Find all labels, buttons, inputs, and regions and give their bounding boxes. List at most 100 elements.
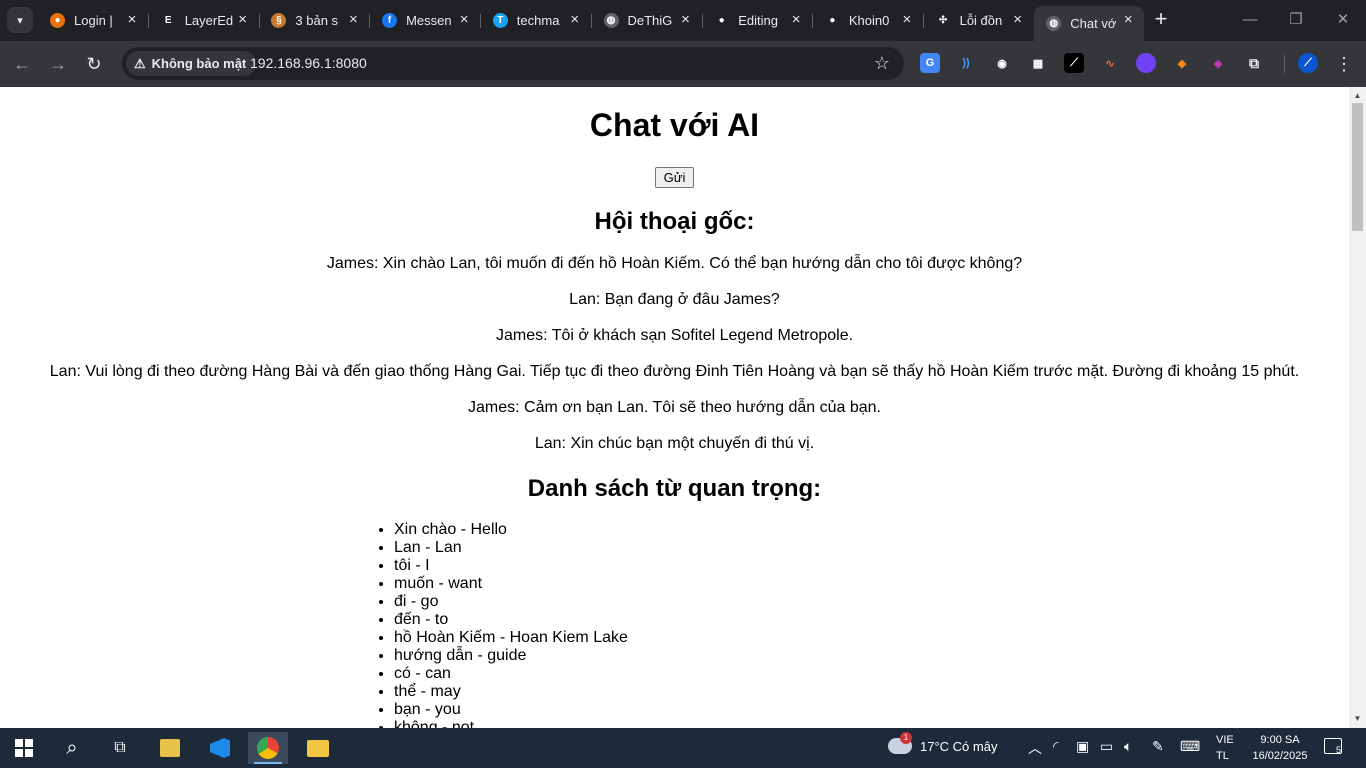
close-tab-icon[interactable]: × [124, 12, 140, 28]
weather-widget[interactable]: 1 17°C Có mây [888, 732, 998, 754]
close-tab-icon[interactable]: × [567, 12, 583, 28]
browser-tab[interactable]: ● Khoin0 × [813, 6, 924, 35]
scroll-down-arrow-icon[interactable]: ▼ [1349, 712, 1366, 726]
search-icon[interactable]: ⌕ [52, 732, 92, 764]
translate-extension-icon[interactable]: G [920, 53, 940, 73]
browser-tab[interactable]: ● Login | × [38, 6, 149, 35]
browser-tab[interactable]: ● Editing × [702, 6, 814, 35]
system-clock[interactable]: 9:00 SA 16/02/2025 [1250, 732, 1310, 764]
network-icon[interactable]: ◜ [1053, 738, 1058, 755]
browser-tab[interactable]: f Messen × [370, 6, 482, 35]
dialogue-heading: Hội thoại gốc: [594, 208, 755, 235]
tab-title: Chat vớ [1070, 16, 1117, 31]
dialogue-line: Lan: Bạn đang ở đâu James? [569, 291, 780, 308]
notification-count: 5 [1335, 745, 1341, 755]
back-icon[interactable]: ← [8, 50, 36, 78]
tab-title: techma [516, 13, 560, 28]
dialogue-line: James: Cảm ơn bạn Lan. Tôi sẽ theo hướng… [468, 399, 881, 416]
facebook-favicon-icon: f [382, 13, 398, 28]
minimize-button[interactable]: — [1227, 6, 1273, 34]
techmaster-favicon-icon: T [492, 13, 508, 28]
input-method: TL [1216, 750, 1229, 762]
browser-tab[interactable]: § 3 bản s × [259, 6, 371, 35]
vocab-item: Xin chào - Hello [394, 521, 628, 539]
chrome-icon[interactable] [248, 732, 288, 764]
dialogue-line: James: Tôi ở khách sạn Sofitel Legend Me… [495, 327, 854, 344]
address-bar[interactable]: ⚠ Không bảo mật 192.168.96.1:8080 ☆ [122, 47, 904, 80]
restore-button[interactable]: ❐ [1273, 6, 1319, 34]
reload-icon[interactable]: ↻ [80, 50, 108, 78]
menu-kebab-icon[interactable]: ⋮ [1330, 50, 1358, 78]
slash-extension-icon[interactable]: ⟋ [1064, 53, 1084, 73]
chevron-up-icon[interactable]: ︿ [1028, 738, 1042, 758]
new-tab-button[interactable]: + [1150, 8, 1172, 30]
vocab-item: tôi - I [394, 557, 628, 575]
vocab-item: không - not [394, 719, 628, 728]
start-button[interactable] [4, 732, 44, 764]
close-tab-icon[interactable]: × [1010, 12, 1026, 28]
profile-avatar[interactable]: ⟋ [1298, 53, 1318, 73]
keyboard-icon[interactable]: ⌨ [1180, 738, 1200, 755]
browser-tab[interactable]: ✣ Lỗi đồn × [924, 6, 1034, 35]
file-explorer-icon[interactable] [298, 732, 338, 764]
close-tab-icon[interactable]: × [788, 12, 804, 28]
weather-text: 17°C Có mây [920, 738, 998, 754]
tab-title: LayerEd [184, 13, 234, 28]
tab-title: Login | [74, 13, 113, 28]
tab-search-button[interactable]: ▾ [7, 7, 33, 33]
tab-title: 3 bản s [295, 13, 339, 28]
battery-icon[interactable]: ▭ [1100, 738, 1113, 755]
bookmark-star-icon[interactable]: ☆ [874, 53, 890, 74]
url-text[interactable]: 192.168.96.1:8080 [250, 55, 367, 71]
signal-extension-icon[interactable]: ∿ [1100, 53, 1120, 73]
browser-toolbar: ← → ↻ ⚠ Không bảo mật 192.168.96.1:8080 … [0, 41, 1366, 87]
metamask-icon[interactable]: ◆ [1172, 53, 1192, 73]
windows-taskbar: ⌕ ⧉ 1 17°C Có mây ︿ ◜ ▣ ▭ 🔈︎ ✎ ⌨ VIE TL … [0, 728, 1366, 768]
browser-tab[interactable]: ◍ Chat vớ × [1034, 6, 1145, 41]
browser-tab[interactable]: Ttechma × [481, 6, 592, 35]
close-tab-icon[interactable]: × [345, 12, 361, 28]
extensions-puzzle-icon[interactable]: ⧉ [1244, 53, 1264, 73]
wave-extension-icon[interactable]: )) [956, 53, 976, 73]
browser-tab[interactable]: ◍ DeThiG × [592, 6, 703, 35]
tab-strip: ▾ ● Login | × E LayerEd × § 3 bản s × f Messen × Tte… [0, 0, 1366, 41]
layeredge-favicon-icon: E [160, 13, 176, 28]
notification-center-icon[interactable]: 5 [1324, 738, 1342, 755]
app-icon-editor[interactable] [150, 732, 190, 764]
close-tab-icon[interactable]: × [899, 12, 915, 28]
tab-title: Lỗi đồn [959, 13, 1003, 28]
vertical-scrollbar[interactable]: ▲ ▼ [1349, 87, 1366, 728]
close-window-button[interactable]: ✕ [1320, 6, 1366, 34]
scroll-thumb[interactable] [1352, 103, 1363, 231]
close-tab-icon[interactable]: × [456, 12, 472, 28]
pen-icon[interactable]: ✎ [1152, 738, 1164, 755]
scroll-up-arrow-icon[interactable]: ▲ [1349, 89, 1366, 103]
volume-icon[interactable]: 🔈︎ [1124, 738, 1132, 755]
grid-extension-icon[interactable]: ▦ [1028, 53, 1048, 73]
vocab-item: thể - may [394, 683, 628, 701]
weather-badge: 1 [900, 732, 912, 744]
vocab-item: Lan - Lan [394, 539, 628, 557]
security-indicator[interactable]: ⚠ Không bảo mật [126, 51, 257, 76]
forward-icon[interactable]: → [44, 50, 72, 78]
tab-title: Messen [406, 13, 452, 28]
vocab-list: Xin chào - HelloLan - Lantôi - Imuốn - w… [394, 521, 628, 728]
close-tab-icon[interactable]: × [1120, 12, 1136, 28]
page-content: Chat với AI Gửi Hội thoại gốc: James: Xi… [0, 87, 1349, 728]
vocab-item: muốn - want [394, 575, 628, 593]
vocab-item: đến - to [394, 611, 628, 629]
clock-time: 9:00 SA [1260, 734, 1300, 746]
task-view-icon[interactable]: ⧉ [100, 732, 140, 764]
github-favicon-icon: ● [714, 13, 730, 28]
circle-extension-icon[interactable] [1136, 53, 1156, 73]
diamond-extension-icon[interactable]: ◈ [1208, 53, 1228, 73]
send-button[interactable]: Gửi [655, 167, 694, 188]
eye-extension-icon[interactable]: ◉ [992, 53, 1012, 73]
tab-title: DeThiG [627, 13, 673, 28]
close-tab-icon[interactable]: × [678, 12, 694, 28]
language-indicator[interactable]: VIE TL [1216, 732, 1234, 764]
close-tab-icon[interactable]: × [235, 12, 251, 28]
browser-tab[interactable]: E LayerEd × [149, 6, 260, 35]
camera-icon[interactable]: ▣ [1076, 738, 1089, 755]
vscode-icon[interactable] [200, 732, 240, 764]
